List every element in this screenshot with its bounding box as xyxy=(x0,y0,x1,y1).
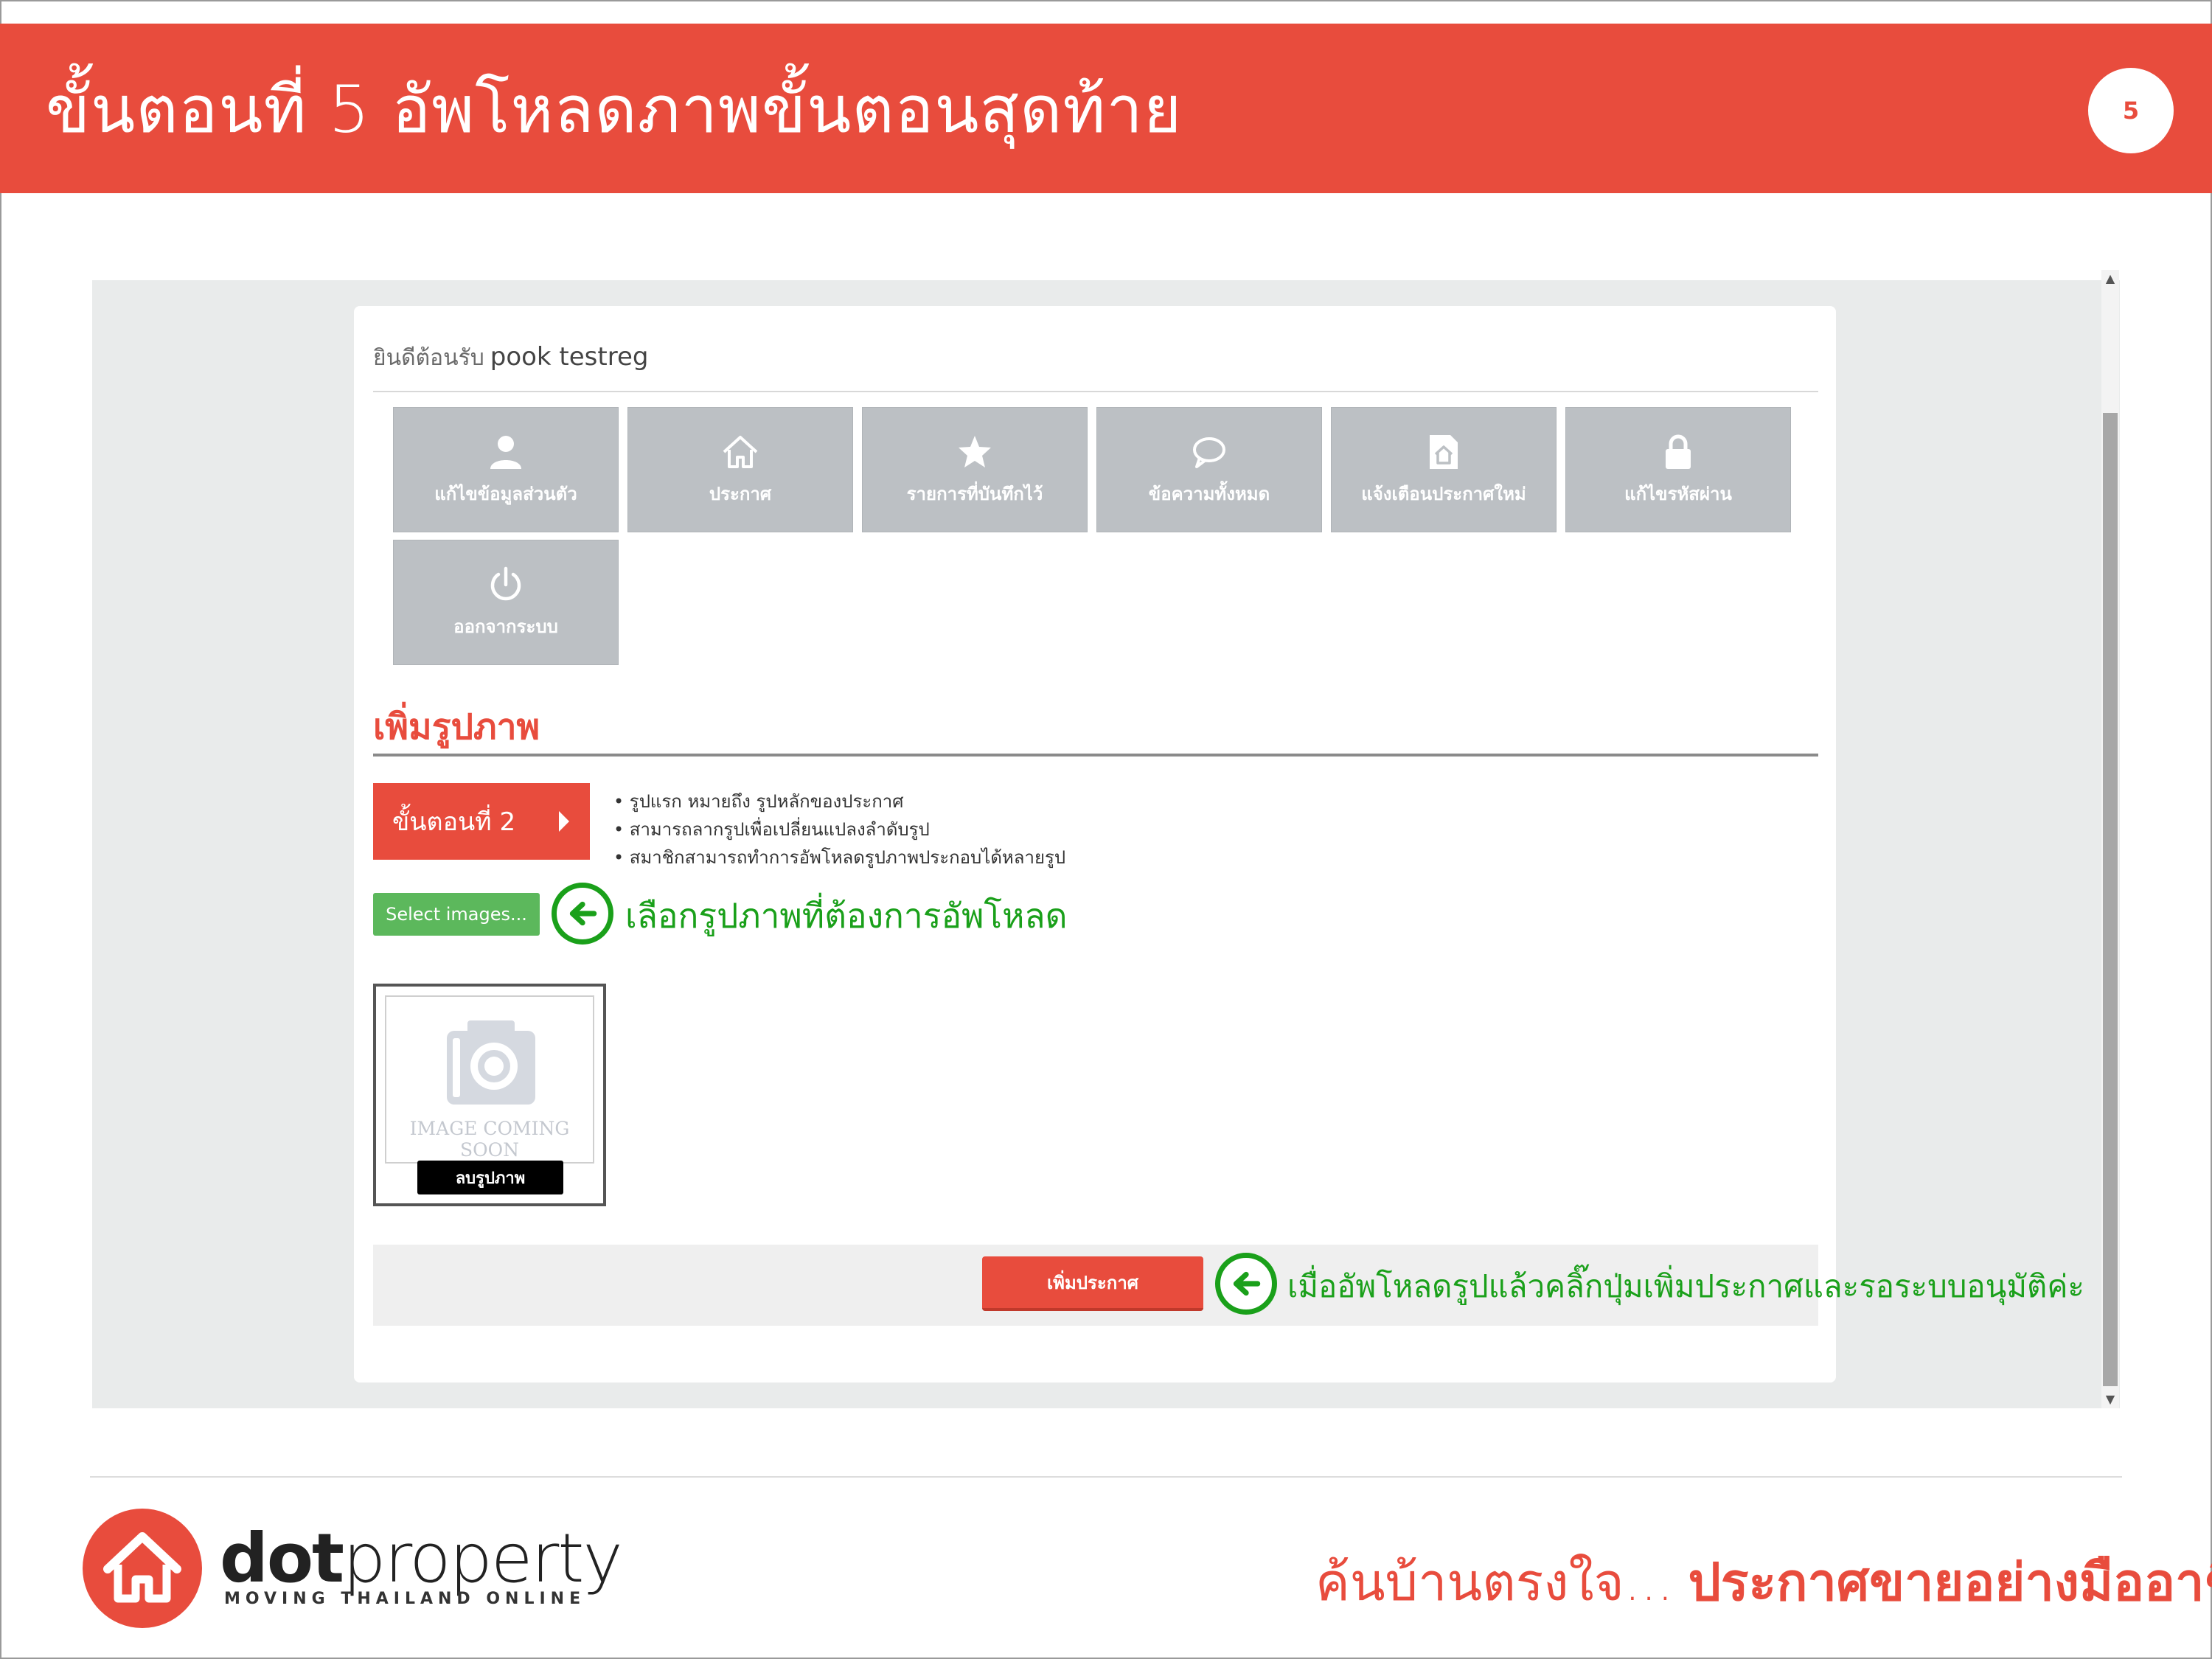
tagline-light: ค้นบ้านตรงใจ... xyxy=(1315,1552,1674,1613)
tile-listings[interactable]: ประกาศ xyxy=(627,407,853,532)
slide-title: ขั้นตอนที่ 5 อัพโหลดภาพขั้นตอนสุดท้าย xyxy=(46,72,1183,147)
tile-messages[interactable]: ข้อความทั้งหมด xyxy=(1096,407,1322,532)
tile-label: ข้อความทั้งหมด xyxy=(1148,483,1270,504)
house-logo-icon xyxy=(103,1532,181,1603)
arrow-left-circle-icon xyxy=(1215,1253,1277,1315)
select-images-callout: เลือกรูปภาพที่ต้องการอัพโหลด xyxy=(625,896,1068,936)
add-listing-button[interactable]: เพิ่มประกาศ xyxy=(982,1256,1203,1311)
scroll-down-arrow-icon[interactable]: ▼ xyxy=(2101,1391,2119,1408)
step-indicator-button[interactable]: ขั้นตอนที่ 2 xyxy=(373,783,590,860)
welcome-label: ยินดีต้อนรับ xyxy=(373,345,484,371)
arrow-left-circle-icon xyxy=(552,883,613,945)
submit-callout: เมื่ออัพโหลดรูปแล้วคลิ๊กปุ่มเพิ่มประกาศแ… xyxy=(1287,1268,2084,1304)
caret-right-icon xyxy=(559,811,569,832)
tile-label: ประกาศ xyxy=(709,483,772,504)
tile-change-password[interactable]: แก้ไขรหัสผ่าน xyxy=(1565,407,1791,532)
lock-icon xyxy=(1666,434,1691,469)
page-number-badge: 5 xyxy=(2088,68,2174,153)
tile-label: ออกจากระบบ xyxy=(453,616,558,637)
speech-bubble-icon xyxy=(1193,437,1225,468)
delete-image-button[interactable]: ลบรูปภาพ xyxy=(417,1161,563,1194)
image-placeholder: IMAGE COMING SOON xyxy=(385,995,594,1164)
camera-icon xyxy=(447,1020,535,1105)
image-thumbnail[interactable]: IMAGE COMING SOON ลบรูปภาพ xyxy=(373,984,606,1206)
tagline: ค้นบ้านตรงใจ...ประกาศขายอย่างมืออาชีพ xyxy=(1315,1541,2212,1623)
footer-divider xyxy=(90,1476,2122,1478)
scrollbar-thumb[interactable] xyxy=(2103,413,2118,1386)
image-coming-soon-text: IMAGE COMING SOON xyxy=(409,1118,570,1161)
power-icon xyxy=(490,566,521,600)
star-icon xyxy=(959,435,991,467)
brand-subtitle: MOVING THAILAND ONLINE xyxy=(224,1590,586,1608)
select-images-button[interactable]: Select images... xyxy=(373,893,540,936)
upload-notes: รูปแรก หมายถึง รูปหลักของประกาศ สามารถลา… xyxy=(613,787,1065,872)
welcome-divider xyxy=(373,391,1818,392)
scroll-up-arrow-icon[interactable]: ▲ xyxy=(2101,270,2119,288)
brand-light: property xyxy=(343,1519,623,1598)
section-divider xyxy=(373,754,1818,757)
user-icon xyxy=(490,435,521,469)
section-title: เพิ่มรูปภาพ xyxy=(373,706,540,748)
tile-logout[interactable]: ออกจากระบบ xyxy=(393,540,619,665)
tile-label: รายการที่บันทึกไว้ xyxy=(906,483,1043,504)
brand-wordmark: dotproperty xyxy=(220,1519,623,1598)
note-item: สมาชิกสามารถทำการอัพโหลดรูปภาพประกอบได้ห… xyxy=(613,844,1065,872)
tagline-bold: ประกาศขายอย่างมืออาชีพ xyxy=(1688,1552,2212,1613)
brand-bold: dot xyxy=(220,1519,344,1598)
step-label: ขั้นตอนที่ 2 xyxy=(392,807,516,837)
note-item: รูปแรก หมายถึง รูปหลักของประกาศ xyxy=(613,787,1065,815)
username: pook testreg xyxy=(490,342,649,372)
vertical-scrollbar[interactable]: ▲ ▼ xyxy=(2101,270,2119,1408)
tile-edit-profile[interactable]: แก้ไขข้อมูลส่วนตัว xyxy=(393,407,619,532)
tile-new-listing-alerts[interactable]: แจ้งเตือนประกาศใหม่ xyxy=(1331,407,1557,532)
dotproperty-logo xyxy=(83,1509,202,1628)
tile-saved-items[interactable]: รายการที่บันทึกไว้ xyxy=(862,407,1088,532)
tile-label: แก้ไขข้อมูลส่วนตัว xyxy=(434,483,577,504)
tile-label: แจ้งเตือนประกาศใหม่ xyxy=(1361,483,1526,504)
home-icon xyxy=(723,435,758,468)
note-item: สามารถลากรูปเพื่อเปลี่ยนแปลงลำดับรูป xyxy=(613,815,1065,844)
tile-label: แก้ไขรหัสผ่าน xyxy=(1624,483,1732,504)
document-home-icon xyxy=(1430,434,1458,469)
welcome-message: ยินดีต้อนรับ pook testreg xyxy=(373,341,648,375)
